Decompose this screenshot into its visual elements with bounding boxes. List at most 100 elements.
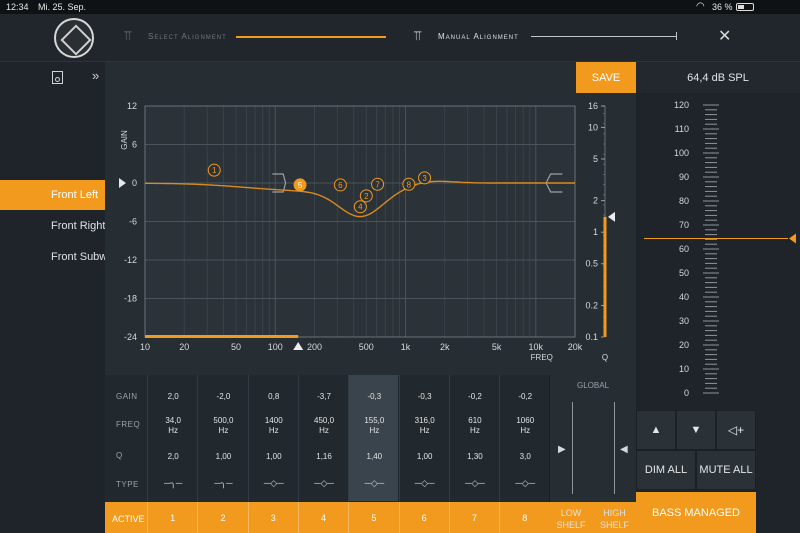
- meter-scale-label: 50: [679, 268, 689, 278]
- low-shelf-slider[interactable]: [572, 402, 573, 494]
- gain-value[interactable]: 0,8: [249, 392, 299, 401]
- freq-unit[interactable]: Hz: [500, 426, 550, 435]
- gain-value[interactable]: -0,2: [450, 392, 500, 401]
- bass-managed-button[interactable]: BASS MANAGED: [636, 492, 756, 533]
- level-down-button[interactable]: ▼: [676, 410, 716, 450]
- low-shelf-icon[interactable]: ─╮─: [198, 479, 248, 488]
- freq-value[interactable]: 155,0: [349, 416, 399, 425]
- active-toggle-3[interactable]: 3: [247, 502, 298, 533]
- filter-column-5[interactable]: -0,3 155,0 Hz 1,40 ─◇─: [348, 375, 398, 501]
- speaker-add-button[interactable]: ◁+: [716, 410, 756, 450]
- active-toggle-6[interactable]: 6: [398, 502, 449, 533]
- freq-value[interactable]: 500,0: [198, 416, 248, 425]
- q-handle-icon[interactable]: [608, 211, 615, 222]
- q-value[interactable]: 1,00: [400, 452, 450, 461]
- low-shelf-handle-icon[interactable]: ▶: [558, 444, 566, 455]
- high-shelf-button[interactable]: HIGH SHELF: [593, 502, 636, 533]
- eq-band-marker-label: 2: [364, 192, 369, 201]
- peak-icon[interactable]: ─◇─: [500, 479, 550, 488]
- meter-scale-label: 70: [679, 220, 689, 230]
- peak-icon[interactable]: ─◇─: [299, 479, 349, 488]
- eq-plot[interactable]: 1260-6-12-18-24GAIN10 20 50 100 200 500 1k 2k 5k…: [105, 95, 636, 370]
- active-toggle-8[interactable]: 8: [499, 502, 549, 533]
- tab-manual-alignment[interactable]: ⫪ Manual Alignment: [412, 28, 532, 46]
- active-toggle-4[interactable]: 4: [297, 502, 348, 533]
- peak-icon[interactable]: ─◇─: [450, 479, 500, 488]
- freq-value[interactable]: 610: [450, 416, 500, 425]
- spl-readout: 64,4 dB SPL: [636, 62, 800, 93]
- speaker-icon[interactable]: [52, 71, 63, 84]
- filter-column-7[interactable]: -0,2 610 Hz 1,30 ─◇─: [448, 375, 500, 501]
- q-tick-label: 0.2: [585, 300, 598, 310]
- gain-value[interactable]: -0,2: [500, 392, 550, 401]
- freq-unit[interactable]: Hz: [450, 426, 500, 435]
- q-value[interactable]: 1,30: [450, 452, 500, 461]
- mute-all-button[interactable]: MUTE ALL: [696, 450, 756, 490]
- battery-percent: 36 %: [712, 2, 733, 12]
- channel-front-left[interactable]: Front Left: [0, 180, 105, 210]
- crossover-handle-icon[interactable]: [293, 342, 304, 350]
- eq-band-marker-label: 7: [375, 180, 380, 189]
- high-shelf-slider[interactable]: [614, 402, 615, 494]
- battery-icon: [736, 3, 754, 11]
- q-tick-label: 16: [588, 101, 598, 111]
- filter-column-8[interactable]: -0,2 1060 Hz 3,0 ─◇─: [499, 375, 549, 501]
- meter-scale-label: 80: [679, 196, 689, 206]
- high-shelf-handle-icon[interactable]: ◀: [620, 444, 628, 455]
- peak-icon[interactable]: ─◇─: [400, 479, 450, 488]
- active-toggle-1[interactable]: 1: [147, 502, 197, 533]
- freq-value[interactable]: 34,0: [148, 416, 198, 425]
- global-section: [549, 375, 636, 502]
- peak-icon[interactable]: ─◇─: [249, 479, 299, 488]
- peak-icon[interactable]: ─◇─: [349, 479, 399, 488]
- meter-level-handle-icon[interactable]: [789, 233, 796, 244]
- gain-value[interactable]: -0,3: [400, 392, 450, 401]
- gain-value[interactable]: -2,0: [198, 392, 248, 401]
- meter-scale-label: 60: [679, 244, 689, 254]
- filter-column-4[interactable]: -3,7 450,0 Hz 1,16 ─◇─: [297, 375, 349, 501]
- level-up-button[interactable]: ▲: [636, 410, 676, 450]
- low-shelf-button[interactable]: LOW SHELF: [550, 502, 592, 533]
- freq-unit[interactable]: Hz: [198, 426, 248, 435]
- channel-front-subwoofer[interactable]: Front Subwoofer: [0, 242, 105, 272]
- filter-column-1[interactable]: 2,0 34,0 Hz 2,0 ─╮─: [147, 375, 197, 501]
- channel-panel: » Front Left Front Right Front Subwoofer: [0, 62, 105, 533]
- active-toggle-5[interactable]: 5: [348, 502, 398, 533]
- channel-front-right[interactable]: Front Right: [0, 211, 105, 241]
- q-value[interactable]: 3,0: [500, 452, 550, 461]
- active-toggle-2[interactable]: 2: [197, 502, 247, 533]
- meter-scale-label: 10: [679, 364, 689, 374]
- gain-value[interactable]: -3,7: [299, 392, 349, 401]
- q-value[interactable]: 1,00: [198, 452, 248, 461]
- freq-unit[interactable]: Hz: [148, 426, 198, 435]
- filter-column-2[interactable]: -2,0 500,0 Hz 1,00 ─╮─: [197, 375, 247, 501]
- freq-value[interactable]: 450,0: [299, 416, 349, 425]
- q-value[interactable]: 1,16: [299, 452, 349, 461]
- meter-scale-label: 0: [684, 388, 689, 398]
- neumann-logo: [54, 18, 94, 58]
- filter-column-6[interactable]: -0,3 316,0 Hz 1,00 ─◇─: [398, 375, 450, 501]
- freq-tick-label: 100: [268, 342, 283, 352]
- freq-unit[interactable]: Hz: [400, 426, 450, 435]
- freq-value[interactable]: 316,0: [400, 416, 450, 425]
- highpass-range-bar: [145, 335, 299, 338]
- q-value[interactable]: 1,00: [249, 452, 299, 461]
- gain-value[interactable]: -0,3: [349, 392, 399, 401]
- freq-unit[interactable]: Hz: [349, 426, 399, 435]
- active-toggle-7[interactable]: 7: [448, 502, 499, 533]
- q-value[interactable]: 2,0: [148, 452, 198, 461]
- dim-all-button[interactable]: DIM ALL: [636, 450, 696, 490]
- low-shelf-icon[interactable]: ─╮─: [148, 479, 198, 488]
- freq-unit[interactable]: Hz: [249, 426, 299, 435]
- q-value[interactable]: 1,40: [349, 452, 399, 461]
- filter-column-3[interactable]: 0,8 1400 Hz 1,00 ─◇─: [247, 375, 299, 501]
- freq-value[interactable]: 1400: [249, 416, 299, 425]
- close-icon[interactable]: ✕: [718, 26, 731, 46]
- expand-icon[interactable]: »: [92, 68, 99, 83]
- triangle-down-icon: ▼: [690, 424, 702, 436]
- spl-meter[interactable]: 1201101009080706050403020100: [636, 95, 800, 410]
- freq-value[interactable]: 1060: [500, 416, 550, 425]
- gain-value[interactable]: 2,0: [148, 392, 198, 401]
- save-button[interactable]: SAVE: [576, 62, 636, 93]
- freq-unit[interactable]: Hz: [299, 426, 349, 435]
